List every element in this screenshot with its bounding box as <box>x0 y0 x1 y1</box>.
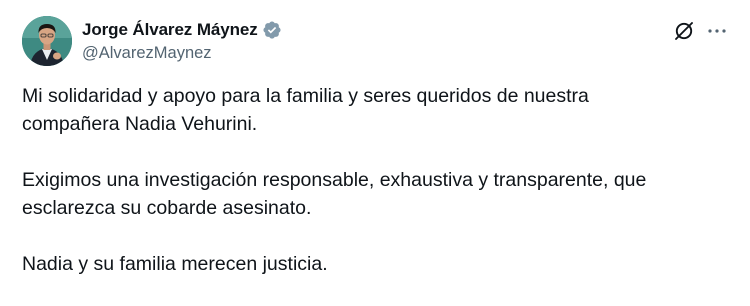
post-line: esclarezca su cobarde asesinato. <box>22 197 312 219</box>
post-line: Exigimos una investigación responsable, … <box>22 169 647 191</box>
post-line: Nadia y su familia merecen justicia. <box>22 253 328 275</box>
post-text: Mi solidaridad y apoyo para la familia y… <box>22 82 737 306</box>
post-card: Jorge Álvarez Máynez @AlvarezMaynez Mi s… <box>0 0 750 305</box>
post-line: compañera Nadia Vehurini. <box>22 113 258 135</box>
author-handle[interactable]: @AlvarezMaynez <box>82 44 212 63</box>
post-paragraph: Mi solidaridad y apoyo para la familia y… <box>22 82 737 138</box>
author-display-name[interactable]: Jorge Álvarez Máynez <box>82 20 258 40</box>
author-name-row: Jorge Álvarez Máynez <box>82 19 282 41</box>
post-paragraph: Exigimos una investigación responsable, … <box>22 166 737 222</box>
post-line: Mi solidaridad y apoyo para la familia y… <box>22 85 589 107</box>
verified-badge-icon[interactable] <box>262 20 282 40</box>
more-options-icon[interactable] <box>705 19 729 43</box>
post-paragraph: Nadia y su familia merecen justicia. <box>22 250 737 278</box>
profile-photo <box>22 16 72 66</box>
author-avatar[interactable] <box>22 16 72 66</box>
grok-icon[interactable] <box>672 19 696 43</box>
